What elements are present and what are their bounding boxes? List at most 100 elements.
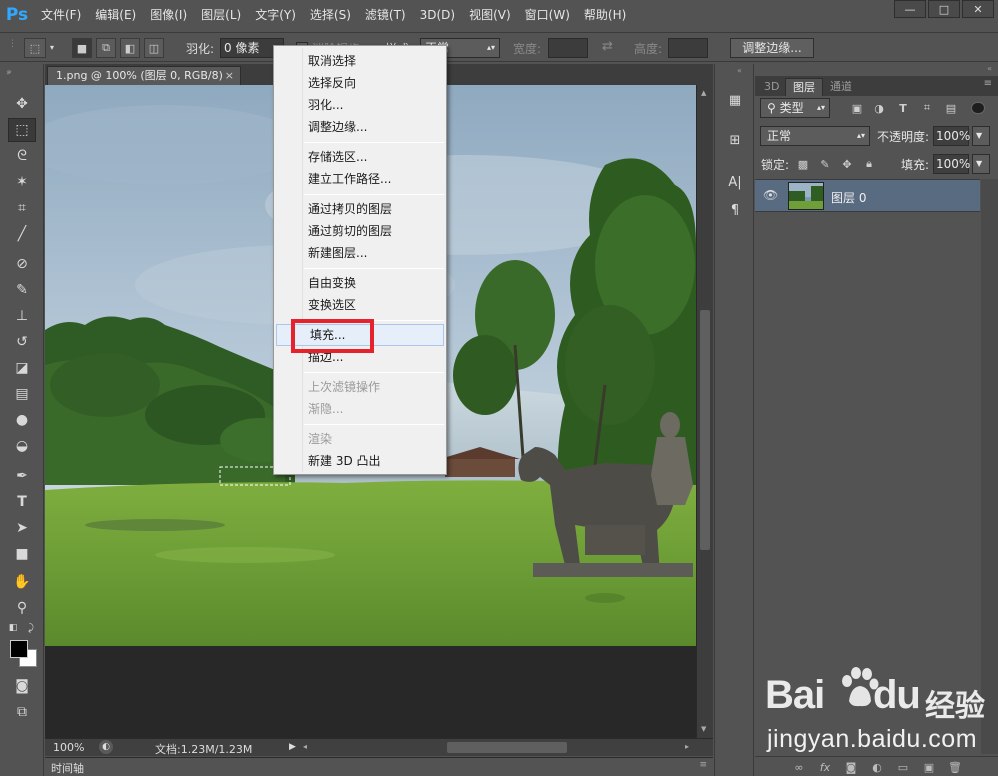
lasso-tool-icon[interactable]: ᘓ xyxy=(8,144,36,168)
tab-channels[interactable]: 通道 xyxy=(823,78,859,96)
minimize-icon[interactable]: — xyxy=(894,0,926,18)
visibility-eye-icon[interactable]: 👁︎ xyxy=(763,188,778,202)
menu-type[interactable]: 文字(Y) xyxy=(248,0,303,30)
actions-panel-icon[interactable]: ⊞ xyxy=(724,130,746,150)
filter-kind-select[interactable]: ⚲ 类型 ▴▾ xyxy=(760,98,830,118)
scroll-down-icon[interactable]: ▼ xyxy=(701,725,706,733)
tab-3d[interactable]: 3D xyxy=(757,78,786,96)
lock-transparent-icon[interactable]: ▩ xyxy=(795,156,811,172)
lock-pixels-icon[interactable]: ✎ xyxy=(817,156,833,172)
healing-brush-tool-icon[interactable]: ⊘ xyxy=(8,252,36,276)
menu-item-refine-edge[interactable]: 调整边缘... xyxy=(274,116,446,138)
status-menu-arrow-icon[interactable]: ▶ xyxy=(289,742,296,752)
tool-preset-marquee-icon[interactable]: ⬚ xyxy=(24,38,46,58)
filter-pixel-icon[interactable]: ▣ xyxy=(849,100,865,116)
collapse-icon[interactable]: » xyxy=(7,67,12,76)
preset-dropdown-icon[interactable]: ▾ xyxy=(50,43,54,52)
subtract-selection-icon[interactable]: ◧ xyxy=(120,38,140,58)
refine-edge-button[interactable]: 调整边缘... xyxy=(730,38,814,58)
filter-toggle-switch[interactable] xyxy=(971,102,985,114)
zoom-level[interactable]: 100% xyxy=(53,741,84,754)
horizontal-scroll-thumb[interactable] xyxy=(447,742,567,753)
eraser-tool-icon[interactable]: ◪ xyxy=(8,356,36,380)
swap-colors-icon[interactable]: ⤸ xyxy=(24,622,38,634)
eyedropper-tool-icon[interactable]: ╱ xyxy=(8,222,36,246)
timeline-panel-tab[interactable]: 时间轴 ≡ xyxy=(45,757,713,776)
menu-file[interactable]: 文件(F) xyxy=(34,0,88,30)
lock-position-icon[interactable]: ✥ xyxy=(839,156,855,172)
path-selection-tool-icon[interactable]: ➤ xyxy=(8,516,36,540)
scroll-right-icon[interactable]: ▸ xyxy=(685,742,689,751)
height-input[interactable] xyxy=(668,38,708,58)
lock-all-icon[interactable]: 🔒︎ xyxy=(861,156,877,172)
close-tab-icon[interactable]: × xyxy=(225,67,234,84)
tab-layers[interactable]: 图层 xyxy=(785,78,823,96)
add-selection-icon[interactable]: ⧉ xyxy=(96,38,116,58)
maximize-icon[interactable]: □ xyxy=(928,0,960,18)
zoom-tool-icon[interactable]: ⚲ xyxy=(8,596,36,620)
menu-item-feather[interactable]: 羽化... xyxy=(274,94,446,116)
menu-edit[interactable]: 编辑(E) xyxy=(88,0,143,30)
width-input[interactable] xyxy=(548,38,588,58)
share-icon[interactable]: ◐ xyxy=(99,740,113,754)
pen-tool-icon[interactable]: ✒ xyxy=(8,464,36,488)
panel-collapse-icon[interactable]: « xyxy=(987,64,992,73)
menu-item-new-layer[interactable]: 新建图层... xyxy=(274,242,446,264)
new-selection-icon[interactable]: ■ xyxy=(72,38,92,58)
clone-stamp-tool-icon[interactable]: ⊥ xyxy=(8,304,36,328)
document-tab[interactable]: 1.png @ 100% (图层 0, RGB/8) × xyxy=(47,66,241,85)
foreground-color-swatch[interactable] xyxy=(10,640,28,658)
histogram-panel-icon[interactable]: ▦ xyxy=(724,90,746,110)
menu-select[interactable]: 选择(S) xyxy=(303,0,358,30)
menu-item-transform-selection[interactable]: 变换选区 xyxy=(274,294,446,316)
menu-item-free-transform[interactable]: 自由变换 xyxy=(274,272,446,294)
history-brush-tool-icon[interactable]: ↺ xyxy=(8,330,36,354)
menu-view[interactable]: 视图(V) xyxy=(462,0,518,30)
hand-tool-icon[interactable]: ✋ xyxy=(8,570,36,594)
menu-item-layer-via-copy[interactable]: 通过拷贝的图层 xyxy=(274,198,446,220)
marquee-tool-icon[interactable]: ⬚ xyxy=(8,118,36,142)
intersect-selection-icon[interactable]: ◫ xyxy=(144,38,164,58)
move-tool-icon[interactable]: ✥ xyxy=(8,92,36,116)
rectangle-tool-icon[interactable]: ■ xyxy=(8,542,36,566)
magic-wand-tool-icon[interactable]: ✶ xyxy=(8,170,36,194)
menu-help[interactable]: 帮助(H) xyxy=(577,0,633,30)
opacity-input[interactable]: 100% xyxy=(933,126,970,146)
menu-item-save-selection[interactable]: 存储选区... xyxy=(274,146,446,168)
filter-type-icon[interactable]: T xyxy=(895,100,911,116)
screen-mode-icon[interactable]: ⧉ xyxy=(8,700,36,724)
close-icon[interactable]: ✕ xyxy=(962,0,994,18)
layer-row[interactable]: 👁︎ 图层 0 xyxy=(755,179,980,212)
gradient-tool-icon[interactable]: ▤ xyxy=(8,382,36,406)
filter-adjustment-icon[interactable]: ◑ xyxy=(871,100,887,116)
quick-mask-icon[interactable]: ◙ xyxy=(8,674,36,698)
menu-item-deselect[interactable]: 取消选择 xyxy=(274,50,446,72)
menu-3d[interactable]: 3D(D) xyxy=(413,0,462,30)
menu-window[interactable]: 窗口(W) xyxy=(518,0,577,30)
blur-tool-icon[interactable]: ● xyxy=(8,408,36,432)
opacity-dropdown-icon[interactable]: ▼ xyxy=(972,126,990,146)
panel-menu-icon[interactable]: ≡ xyxy=(984,78,992,89)
dock-collapse-icon[interactable]: « xyxy=(737,66,742,75)
filter-smart-object-icon[interactable]: ▤ xyxy=(943,100,959,116)
timeline-menu-icon[interactable]: ≡ xyxy=(699,760,707,770)
type-tool-icon[interactable]: T xyxy=(8,490,36,514)
fill-input[interactable]: 100% xyxy=(933,154,970,174)
filter-shape-icon[interactable]: ⌗ xyxy=(919,100,935,116)
swap-dimensions-icon[interactable]: ⇄ xyxy=(602,39,613,54)
vertical-scroll-thumb[interactable] xyxy=(700,310,710,550)
dodge-tool-icon[interactable]: ◒ xyxy=(8,434,36,458)
menu-item-make-work-path[interactable]: 建立工作路径... xyxy=(274,168,446,190)
menu-item-select-inverse[interactable]: 选择反向 xyxy=(274,72,446,94)
menu-filter[interactable]: 滤镜(T) xyxy=(358,0,413,30)
brush-tool-icon[interactable]: ✎ xyxy=(8,278,36,302)
character-panel-icon[interactable]: A| xyxy=(724,172,746,192)
menu-item-new-3d-extrusion[interactable]: 新建 3D 凸出 xyxy=(274,450,446,472)
blend-mode-select[interactable]: 正常 ▴▾ xyxy=(760,126,870,146)
default-colors-icon[interactable]: ◧ xyxy=(6,622,20,634)
vertical-scrollbar[interactable]: ▲ ▼ xyxy=(696,85,713,738)
menu-item-layer-via-cut[interactable]: 通过剪切的图层 xyxy=(274,220,446,242)
scroll-up-icon[interactable]: ▲ xyxy=(701,89,706,97)
menu-layer[interactable]: 图层(L) xyxy=(194,0,248,30)
menu-image[interactable]: 图像(I) xyxy=(143,0,194,30)
